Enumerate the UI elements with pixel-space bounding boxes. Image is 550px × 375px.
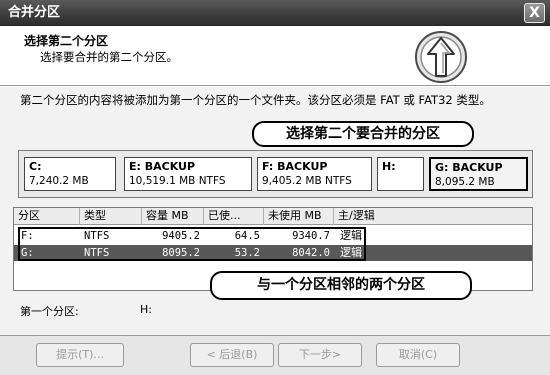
close-button[interactable]: X bbox=[524, 3, 545, 23]
partition-map: C: 7,240.2 MB E: BACKUP 10,519.1 MB NTFS… bbox=[18, 150, 533, 198]
partition-block-detail: 10,519.1 MB NTFS bbox=[129, 175, 226, 187]
step-title: 选择第二个分区 bbox=[24, 34, 109, 48]
table-row-selected[interactable]: G: NTFS 8095.2 53.2 8042.0 逻辑 bbox=[14, 245, 532, 261]
cell-capacity: 9405.2 bbox=[162, 230, 200, 242]
window-title: 合并分区 bbox=[8, 5, 61, 20]
first-partition-label: 第一个分区: bbox=[20, 305, 79, 318]
partition-block-name: G: BACKUP bbox=[435, 161, 503, 174]
partition-block-g[interactable]: G: BACKUP 8,095.2 MB bbox=[429, 157, 528, 191]
partition-block-detail: 7,240.2 MB bbox=[29, 175, 89, 187]
annotation-callout: 选择第二个要合并的分区 bbox=[252, 121, 474, 147]
first-partition-value: H: bbox=[140, 303, 152, 316]
partition-block-h[interactable]: H: bbox=[377, 157, 424, 191]
cancel-button[interactable]: 取消(C) bbox=[376, 343, 460, 367]
partition-block-detail: 9,405.2 MB NTFS bbox=[262, 175, 352, 187]
partition-block-detail: 8,095.2 MB bbox=[435, 176, 495, 188]
annotation-callout: 与一个分区相邻的两个分区 bbox=[210, 271, 472, 300]
list-header: 分区 类型 容量 MB 已使... 未使用 MB 主/逻辑 bbox=[14, 208, 532, 225]
cell-status: 逻辑 bbox=[340, 246, 362, 259]
partition-block-name: E: BACKUP bbox=[129, 160, 196, 173]
wizard-header: 选择第二个分区 选择要合并的第二个分区。 bbox=[0, 26, 550, 86]
cell-type: NTFS bbox=[84, 247, 110, 259]
partition-block-name: F: BACKUP bbox=[262, 160, 328, 173]
step-subtitle: 选择要合并的第二个分区。 bbox=[40, 50, 178, 64]
partition-block-name: C: bbox=[29, 160, 42, 173]
next-button[interactable]: 下一步> bbox=[278, 343, 362, 367]
cell-partition: F: bbox=[21, 230, 34, 242]
title-bar: 合并分区 X bbox=[0, 0, 550, 26]
table-row[interactable]: F: NTFS 9405.2 64.5 9340.7 逻辑 bbox=[14, 228, 532, 244]
partition-block-c[interactable]: C: 7,240.2 MB bbox=[24, 157, 116, 191]
column-header[interactable]: 容量 MB bbox=[142, 208, 204, 225]
cell-partition: G: bbox=[21, 247, 34, 259]
column-header[interactable]: 已使... bbox=[204, 208, 264, 225]
cell-used: 53.2 bbox=[234, 247, 260, 259]
column-header[interactable]: 分区 bbox=[14, 208, 80, 225]
column-header[interactable]: 类型 bbox=[80, 208, 142, 225]
partition-block-e[interactable]: E: BACKUP 10,519.1 MB NTFS bbox=[124, 157, 252, 191]
back-button[interactable]: < 后退(B) bbox=[190, 343, 274, 367]
column-header[interactable]: 主/逻辑 bbox=[334, 208, 532, 225]
cell-status: 逻辑 bbox=[340, 229, 362, 242]
up-arrow-icon bbox=[415, 31, 467, 83]
cell-type: NTFS bbox=[84, 230, 110, 242]
button-bar: 提示(T)... < 后退(B) 下一步> 取消(C) bbox=[0, 335, 550, 375]
partition-block-f[interactable]: F: BACKUP 9,405.2 MB NTFS bbox=[257, 157, 372, 191]
close-icon: X bbox=[529, 5, 540, 21]
cell-used: 64.5 bbox=[234, 230, 260, 242]
cell-capacity: 8095.2 bbox=[162, 247, 200, 259]
partition-block-name: H: bbox=[382, 160, 396, 173]
cell-unused: 8042.0 bbox=[292, 247, 330, 259]
column-header[interactable]: 未使用 MB bbox=[264, 208, 334, 225]
hint-button[interactable]: 提示(T)... bbox=[36, 343, 124, 367]
cell-unused: 9340.7 bbox=[292, 230, 330, 242]
description-text: 第二个分区的内容将被添加为第一个分区的一个文件夹。该分区必须是 FAT 或 FA… bbox=[20, 93, 491, 107]
